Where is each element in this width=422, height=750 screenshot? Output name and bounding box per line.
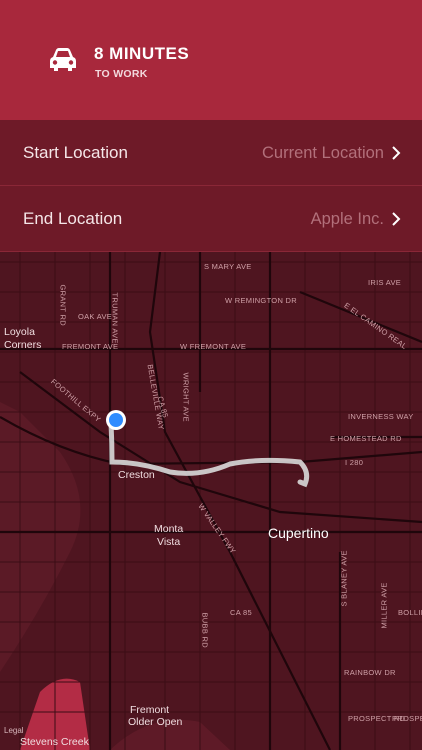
header-pointer xyxy=(202,112,218,120)
end-location-value: Apple Inc. xyxy=(310,210,384,228)
place-label: Creston xyxy=(118,469,155,481)
street-label: INVERNESS WAY xyxy=(348,412,414,421)
current-location-dot xyxy=(109,413,123,427)
street-label: IRIS AVE xyxy=(368,278,402,287)
place-label: Loyola xyxy=(4,326,35,338)
summary-header: 8 MINUTES TO WORK xyxy=(0,0,422,120)
travel-destination-label: TO WORK xyxy=(95,68,148,80)
street-label: S MARY AVE xyxy=(204,262,252,271)
travel-time: 8 MINUTES xyxy=(94,44,190,63)
place-label: Corners xyxy=(4,339,42,351)
street-label: FREMONT AVE xyxy=(62,342,119,351)
place-label: Older Open xyxy=(128,716,183,728)
car-icon xyxy=(50,48,76,71)
street-label: OAK AVE xyxy=(78,312,113,321)
city-label: Cupertino xyxy=(268,525,329,541)
street-label: GRANT RD xyxy=(58,284,68,326)
start-location-value: Current Location xyxy=(262,144,384,162)
street-label: S BLANEY AVE xyxy=(339,550,349,607)
street-label: W REMINGTON DR xyxy=(225,296,297,305)
street-label: CA 85 xyxy=(230,608,252,617)
street-label: WRIGHT AVE xyxy=(181,372,191,422)
start-location-label: Start Location xyxy=(23,143,128,162)
place-label: Fremont xyxy=(130,704,170,716)
place-label: Vista xyxy=(157,536,181,548)
start-location-row[interactable]: Start Location Current Location xyxy=(0,120,422,186)
street-label: RAINBOW DR xyxy=(344,668,396,677)
place-label: Monta xyxy=(154,523,184,535)
street-label: I 280 xyxy=(345,458,364,467)
legal-link[interactable]: Legal xyxy=(4,726,24,735)
chevron-right-icon xyxy=(392,212,401,226)
street-label: BOLLIN xyxy=(398,608,422,617)
street-label: MILLER AVE xyxy=(379,582,389,629)
street-label: E HOMESTEAD RD xyxy=(330,434,402,443)
chevron-right-icon xyxy=(392,146,401,160)
route-map[interactable]: S MARY AVE W REMINGTON DR IRIS AVE E EL … xyxy=(0,252,422,750)
street-label: W FREMONT AVE xyxy=(180,342,247,351)
street-label: PROSPE xyxy=(392,714,422,723)
street-label: BUBB RD xyxy=(200,612,210,648)
place-label: Stevens Creek xyxy=(20,736,89,748)
end-location-label: End Location xyxy=(23,209,123,228)
end-location-row[interactable]: End Location Apple Inc. xyxy=(0,186,422,252)
